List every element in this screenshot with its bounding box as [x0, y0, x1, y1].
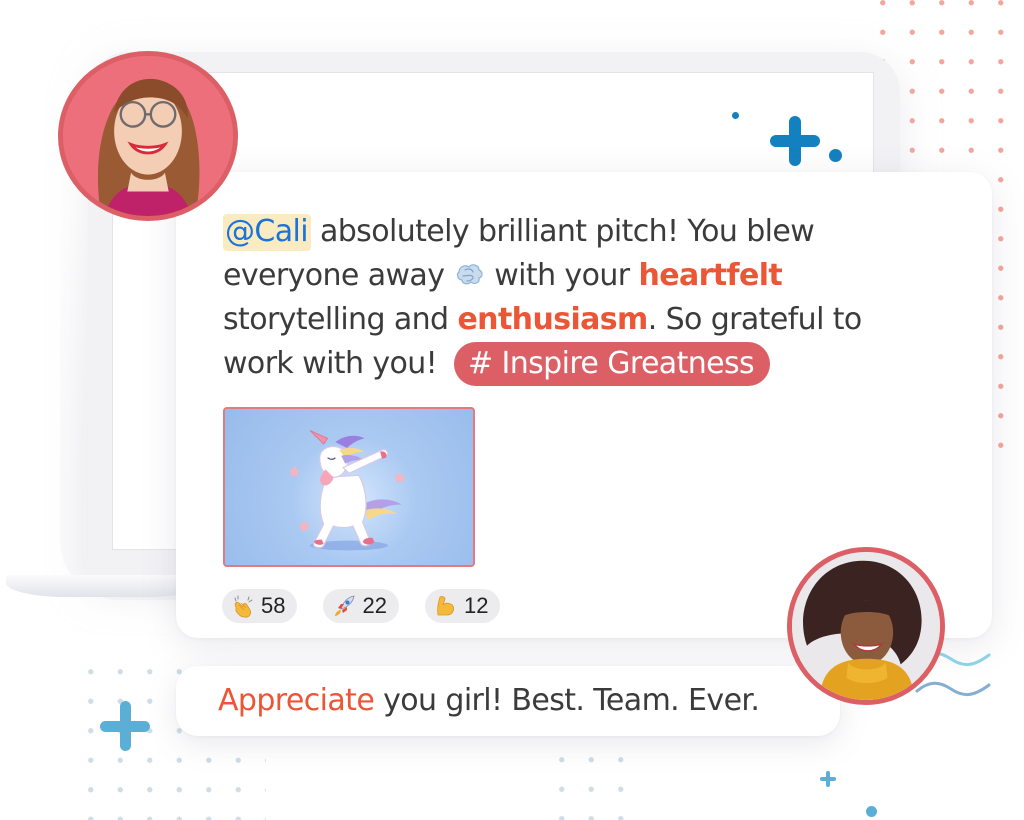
reaction-count: 58 [261, 593, 286, 618]
reply-comment: Appreciate you girl! Best. Team. Ever. [176, 666, 840, 736]
reaction-rocket[interactable]: 22 [323, 589, 399, 623]
plus-icon [820, 771, 836, 787]
woman-with-curly-hair-avatar-icon [792, 552, 940, 700]
dashing-away-icon [457, 264, 483, 285]
recipient-avatar[interactable] [787, 547, 945, 705]
clapping-hands-icon [234, 595, 253, 618]
reply-text: Appreciate you girl! Best. Team. Ever. [218, 679, 760, 723]
reactions-bar: 58 22 12 [222, 589, 501, 623]
reply-body: you girl! Best. Team. Ever. [374, 683, 760, 718]
highlighted-word: enthusiasm [457, 302, 648, 337]
plus-icon [100, 701, 150, 751]
user-mention[interactable]: @Cali [223, 214, 312, 251]
reaction-count: 12 [463, 593, 489, 618]
post-text: with your [485, 258, 639, 293]
flexed-biceps-icon [437, 596, 454, 616]
reaction-flex[interactable]: 12 [424, 589, 501, 623]
decor-dot-icon [866, 806, 877, 817]
reaction-count: 22 [362, 593, 387, 618]
highlighted-word: heartfelt [638, 258, 783, 293]
post-text: storytelling and [223, 302, 458, 337]
post-message: @Cali absolutely brilliant pitch! You bl… [223, 210, 923, 386]
reaction-clap[interactable]: 58 [222, 589, 298, 623]
woman-with-glasses-avatar-icon [63, 56, 233, 216]
sender-avatar[interactable] [58, 51, 238, 221]
decor-dot-icon [732, 112, 739, 119]
dabbing-unicorn-icon [288, 430, 406, 551]
plus-icon [770, 116, 820, 166]
unicorn-gif-attachment[interactable] [223, 407, 475, 567]
decor-dot-icon [829, 149, 842, 162]
rocket-icon [335, 595, 355, 616]
kudos-illustration: @Cali absolutely brilliant pitch! You bl… [0, 0, 1024, 820]
blue-dot-pattern-small [555, 745, 645, 820]
highlighted-word: Appreciate [218, 683, 375, 718]
hashtag-badge[interactable]: # Inspire Greatness [454, 342, 771, 386]
